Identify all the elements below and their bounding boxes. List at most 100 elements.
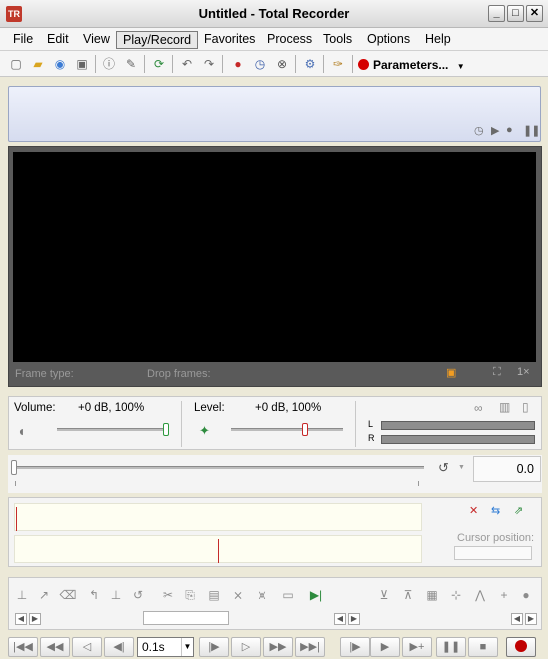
- zoom-left-button[interactable]: ◀: [511, 613, 523, 625]
- set-end-icon[interactable]: ⊥: [107, 586, 125, 604]
- fade-out-icon[interactable]: ⊼: [399, 586, 417, 604]
- level-wand-icon[interactable]: ✦: [199, 423, 210, 439]
- volume-slider-track[interactable]: [57, 428, 169, 431]
- menu-view[interactable]: View: [77, 31, 116, 49]
- fast-forward-button[interactable]: ▶▶: [263, 637, 293, 657]
- waveform-top[interactable]: [14, 503, 422, 531]
- set-start-icon[interactable]: ⊥: [13, 586, 31, 604]
- mark-delete-icon[interactable]: ✕: [469, 504, 478, 517]
- mark-add-icon[interactable]: ⇆: [491, 504, 500, 517]
- pause-button[interactable]: ❚❚: [436, 637, 466, 657]
- step-back-button[interactable]: ◁: [72, 637, 102, 657]
- stop-schedule-icon[interactable]: ⊗: [273, 55, 291, 73]
- zoom-right-button[interactable]: ▶: [525, 613, 537, 625]
- scroll-right-button-2[interactable]: ▶: [348, 613, 360, 625]
- paste-icon[interactable]: ▤: [205, 586, 223, 604]
- mark-go-icon[interactable]: ⇗: [514, 504, 523, 517]
- menu-options[interactable]: Options: [361, 31, 416, 49]
- stop-button[interactable]: ■: [468, 637, 498, 657]
- scroll-left-button-2[interactable]: ◀: [334, 613, 346, 625]
- fade-in-icon[interactable]: ⊻: [375, 586, 393, 604]
- redo-icon[interactable]: ↷: [200, 55, 218, 73]
- position-slider-thumb[interactable]: [11, 460, 17, 475]
- add-effect-icon[interactable]: +: [495, 586, 513, 604]
- menu-edit[interactable]: Edit: [41, 31, 75, 49]
- loop-icon[interactable]: ↺: [438, 460, 449, 476]
- cut-icon[interactable]: ✂: [159, 586, 177, 604]
- move-start-icon[interactable]: ↗: [35, 586, 53, 604]
- next-frame-button[interactable]: |▶: [199, 637, 229, 657]
- tools-wrench-icon[interactable]: ✑: [329, 55, 347, 73]
- monitor-icon[interactable]: ▥: [499, 400, 510, 414]
- play-icon[interactable]: ▶: [491, 124, 499, 137]
- window-title: Untitled - Total Recorder: [198, 6, 350, 21]
- menu-file[interactable]: File: [7, 31, 39, 49]
- trim-icon[interactable]: ⩙: [253, 586, 271, 604]
- play-from-start-button[interactable]: |▶: [340, 637, 370, 657]
- position-value: 0.0: [473, 456, 541, 482]
- refresh-icon[interactable]: ⟳: [150, 55, 168, 73]
- insert-silence-icon[interactable]: ▭: [279, 586, 297, 604]
- minimize-button[interactable]: _: [488, 5, 505, 22]
- speaker-icon[interactable]: ◖: [17, 423, 25, 439]
- waveform-bottom[interactable]: [14, 535, 422, 563]
- play-append-button[interactable]: ▶+: [402, 637, 432, 657]
- volume-slider-thumb[interactable]: [163, 423, 169, 436]
- zoom-icon[interactable]: ●: [517, 586, 535, 604]
- status-panel: ◷ ▶ ● ❚❚: [8, 86, 541, 142]
- record-source-icon[interactable]: ●: [229, 55, 247, 73]
- rewind-button[interactable]: ◀◀: [40, 637, 70, 657]
- close-button[interactable]: ✕: [526, 5, 543, 22]
- menu-tools[interactable]: Tools: [317, 31, 358, 49]
- fullscreen-icon[interactable]: ⛶: [493, 366, 501, 379]
- dropdown-arrow-icon: ▼: [456, 62, 465, 71]
- go-to-end-button[interactable]: ▶▶|: [295, 637, 325, 657]
- eraser-icon[interactable]: ⌫: [59, 586, 77, 604]
- video-camera-icon[interactable]: ▣: [446, 366, 456, 379]
- go-to-start-button[interactable]: |◀◀: [8, 637, 38, 657]
- copy-icon[interactable]: ⎘: [181, 586, 199, 604]
- record-button[interactable]: [506, 637, 536, 657]
- normalize-icon[interactable]: ▦: [423, 586, 441, 604]
- cursor-marker: [218, 539, 219, 563]
- record-icon[interactable]: ●: [506, 124, 513, 136]
- link-icon[interactable]: ∞: [474, 401, 483, 415]
- scheduler-icon[interactable]: ◷: [251, 55, 269, 73]
- step-size-select[interactable]: 0.1s ▼: [137, 637, 194, 657]
- menu-play-record[interactable]: Play/Record: [116, 31, 199, 49]
- open-url-icon[interactable]: ◉: [51, 55, 69, 73]
- menu-favorites[interactable]: Favorites: [198, 31, 261, 49]
- edit-value-field[interactable]: [143, 611, 229, 625]
- loop-back-icon[interactable]: ↺: [129, 586, 147, 604]
- toolbar-separator: [222, 55, 223, 73]
- edit-tags-icon[interactable]: ✎: [122, 55, 140, 73]
- scroll-right-button[interactable]: ▶: [29, 613, 41, 625]
- dropdown-arrow-icon[interactable]: ▼: [458, 464, 465, 471]
- position-slider-track[interactable]: [14, 466, 424, 469]
- parameters-button[interactable]: Parameters... ▼: [358, 56, 465, 74]
- undo-icon[interactable]: ↶: [178, 55, 196, 73]
- effects-icon[interactable]: ⋀: [471, 586, 489, 604]
- maximize-button[interactable]: □: [507, 5, 524, 22]
- delete-selection-icon[interactable]: ⨯: [229, 586, 247, 604]
- zoom-label[interactable]: 1×: [517, 366, 530, 378]
- new-file-icon[interactable]: ▢: [7, 55, 25, 73]
- step-forward-button[interactable]: ▷: [231, 637, 261, 657]
- level-slider-track[interactable]: [231, 428, 343, 431]
- open-folder-icon[interactable]: ▰: [29, 55, 47, 73]
- menu-help[interactable]: Help: [419, 31, 457, 49]
- back-arrow-icon[interactable]: ↰: [85, 586, 103, 604]
- play-button[interactable]: ▶: [370, 637, 400, 657]
- save-icon[interactable]: ▣: [73, 55, 91, 73]
- timer-icon[interactable]: ◷: [474, 124, 484, 137]
- settings-icon[interactable]: ⚙: [301, 55, 319, 73]
- play-selection-icon[interactable]: ▶|: [307, 586, 325, 604]
- amplify-icon[interactable]: ⊹: [447, 586, 465, 604]
- scroll-left-button[interactable]: ◀: [15, 613, 27, 625]
- mixer-icon[interactable]: ▯: [522, 400, 529, 414]
- menu-process[interactable]: Process: [261, 31, 318, 49]
- info-icon[interactable]: ⓘ: [100, 55, 118, 73]
- pause-icon[interactable]: ❚❚: [523, 124, 540, 137]
- level-slider-thumb[interactable]: [302, 423, 308, 436]
- prev-frame-button[interactable]: ◀|: [104, 637, 134, 657]
